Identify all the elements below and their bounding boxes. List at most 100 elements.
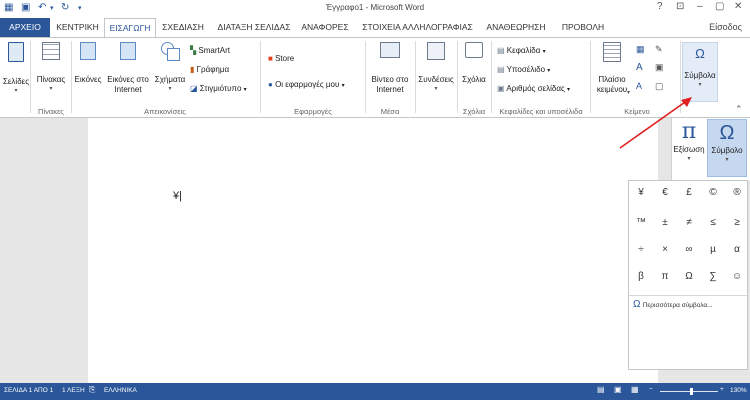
symbol-cell[interactable]: © — [701, 181, 725, 205]
symbol-cell[interactable]: ≥ — [725, 211, 749, 235]
textbox-button[interactable]: Πλαίσιο κειμένου — [592, 42, 632, 94]
tab-file[interactable]: ΑΡΧΕΙΟ — [0, 18, 50, 37]
tab-insert[interactable]: ΕΙΣΑΓΩΓΗ — [104, 18, 156, 37]
comment-icon — [465, 42, 483, 58]
symbol-cell[interactable]: ≤ — [701, 211, 725, 235]
online-pictures-button[interactable]: Εικόνες στο Internet — [104, 42, 152, 94]
symbol-button[interactable]: Ω Σύμβολο ▾ — [707, 119, 747, 177]
page-count[interactable]: ΣΕΛΙΔΑ 1 ΑΠΟ 1 — [4, 387, 53, 394]
group-header-footer: Κεφαλίδες και υποσέλιδα — [499, 107, 583, 116]
separator — [30, 41, 31, 113]
tab-home[interactable]: ΚΕΝΤΡΙΚΗ — [50, 18, 105, 37]
links-button[interactable]: Συνδέσεις ▾ — [416, 42, 456, 92]
proofing-icon[interactable]: ⎘ — [89, 385, 95, 395]
help-button[interactable]: ? — [657, 1, 663, 12]
ribbon-tabs: ΑΡΧΕΙΟ ΚΕΝΤΡΙΚΗ ΕΙΣΑΓΩΓΗ ΣΧΕΔΙΑΣΗ ΔΙΑΤΑΞ… — [0, 18, 750, 37]
quick-parts-icon[interactable]: ▦ — [636, 44, 645, 55]
online-video-button[interactable]: Βίντεο στο Internet — [366, 42, 414, 94]
symbol-gallery: ¥ € £ © ® ™ ± ≠ ≤ ≥ ÷ × ∞ µ α β π Ω ∑ ☺ … — [628, 180, 748, 370]
word-count[interactable]: 1 ΛΕΞΗ — [62, 387, 85, 394]
symbol-cell[interactable]: µ — [701, 238, 725, 262]
footer-icon: ▤ — [497, 65, 505, 74]
close-icon[interactable]: ✕ — [734, 1, 742, 12]
date-time-icon[interactable]: ▣ — [655, 62, 664, 73]
comment-button[interactable]: Σχόλια — [458, 42, 490, 85]
my-apps-button[interactable]: ● Οι εφαρμογές μου ▾ — [268, 80, 345, 89]
footer-dropdown-icon: ▾ — [547, 68, 551, 74]
tab-design[interactable]: ΣΧΕΔΙΑΣΗ — [158, 18, 208, 37]
symbol-cell[interactable]: ¥ — [629, 181, 653, 205]
zoom-out-icon[interactable]: − — [649, 386, 653, 393]
read-mode-icon[interactable]: ▤ — [597, 385, 605, 394]
document-page[interactable] — [88, 118, 658, 383]
restore-icon[interactable]: ▢ — [715, 1, 724, 12]
symbol-cell[interactable]: ÷ — [629, 238, 653, 262]
tab-review[interactable]: ΑΝΑΘΕΩΡΗΣΗ — [480, 18, 552, 37]
symbol-cell[interactable]: £ — [677, 181, 701, 205]
table-dropdown-icon: ▾ — [49, 85, 53, 92]
collapse-ribbon-icon[interactable]: ⌃ — [735, 104, 743, 115]
more-symbols-item[interactable]: Ω Περισσότερα σύμβολα... — [633, 299, 713, 310]
more-symbols-label: Περισσότερα σύμβολα... — [642, 302, 713, 309]
zoom-in-icon[interactable]: + — [720, 386, 724, 393]
footer-button[interactable]: ▤ Υποσέλιδο ▾ — [497, 65, 550, 74]
wordart-icon[interactable]: A — [636, 62, 643, 73]
zoom-slider-thumb[interactable] — [690, 388, 693, 395]
store-button[interactable]: ■ Store — [268, 54, 294, 63]
sign-in-link[interactable]: Είσοδος — [709, 22, 742, 32]
screenshot-dropdown-icon: ▾ — [243, 87, 247, 93]
symbol-cell[interactable]: β — [629, 265, 653, 289]
separator — [491, 41, 492, 113]
footer-label: Υποσέλιδο — [506, 65, 546, 74]
language-indicator[interactable]: ΕΛΛΗΝΙΚΑ — [104, 387, 137, 394]
symbol-cell[interactable]: ∞ — [677, 238, 701, 262]
pictures-button[interactable]: Εικόνες — [72, 42, 104, 85]
store-label: Store — [275, 54, 295, 63]
zoom-level[interactable]: 130% — [730, 387, 747, 394]
tab-references[interactable]: ΑΝΑΦΟΡΕΣ — [298, 18, 352, 37]
symbol-cell[interactable]: × — [653, 238, 677, 262]
symbol-cell[interactable]: ≠ — [677, 211, 701, 235]
header-button[interactable]: ▤ Κεφαλίδα ▾ — [497, 46, 546, 55]
minimize-icon[interactable]: – — [697, 1, 703, 12]
web-layout-icon[interactable]: ▦ — [631, 385, 639, 394]
video-icon — [380, 42, 400, 58]
symbol-label: Σύμβολο — [711, 146, 743, 155]
chart-button[interactable]: ▮ Γράφημα — [190, 65, 229, 74]
screenshot-icon: ◪ — [190, 84, 198, 93]
header-label: Κεφαλίδα — [506, 46, 541, 55]
equation-button[interactable]: π Εξίσωση ▾ — [672, 119, 706, 177]
symbol-cell[interactable]: π — [653, 265, 677, 289]
omega-icon: Ω — [719, 122, 735, 144]
symbol-cell[interactable]: ± — [653, 211, 677, 235]
document-text: ¥| — [173, 190, 182, 202]
smartart-button[interactable]: ▚ SmartArt — [190, 46, 230, 55]
symbol-cell[interactable]: ™ — [629, 211, 653, 235]
tab-page-layout[interactable]: ΔΙΑΤΑΞΗ ΣΕΛΙΔΑΣ — [210, 18, 298, 37]
links-label: Συνδέσεις — [418, 75, 454, 84]
symbol-cell[interactable]: ☺ — [725, 265, 749, 289]
print-layout-icon[interactable]: ▣ — [614, 385, 622, 394]
page-number-dropdown-icon: ▾ — [567, 87, 571, 93]
shapes-label: Σχήματα — [154, 75, 186, 84]
symbol-cell[interactable]: ® — [725, 181, 749, 205]
symbol-cell[interactable]: Ω — [677, 265, 701, 289]
shapes-dropdown-icon: ▾ — [168, 85, 172, 92]
tab-view[interactable]: ΠΡΟΒΟΛΗ — [553, 18, 613, 37]
chart-label: Γράφημα — [196, 65, 230, 74]
symbol-cell[interactable]: € — [653, 181, 677, 205]
page-number-button[interactable]: ▣ Αριθμός σελίδας ▾ — [497, 84, 570, 93]
tab-mailings[interactable]: ΣΤΟΙΧΕΙΑ ΑΛΛΗΛΟΓΡΑΦΙΑΣ — [355, 18, 480, 37]
symbol-cell[interactable]: α — [725, 238, 749, 262]
screenshot-button[interactable]: ◪ Στιγμιότυπο ▾ — [190, 84, 247, 93]
smartart-icon: ▚ — [190, 46, 197, 55]
table-button[interactable]: Πίνακας ▾ — [32, 42, 70, 92]
ribbon-display-icon[interactable]: ⊡ — [676, 1, 684, 12]
shapes-button[interactable]: Σχήματα ▾ — [152, 42, 188, 92]
table-icon — [42, 42, 60, 60]
equation-dropdown-icon: ▾ — [687, 155, 691, 162]
symbol-cell[interactable]: ∑ — [701, 265, 725, 289]
signature-line-icon[interactable]: ✎ — [655, 44, 663, 55]
pages-button[interactable]: Σελίδες ▾ — [2, 42, 30, 94]
zoom-slider[interactable] — [660, 391, 718, 392]
